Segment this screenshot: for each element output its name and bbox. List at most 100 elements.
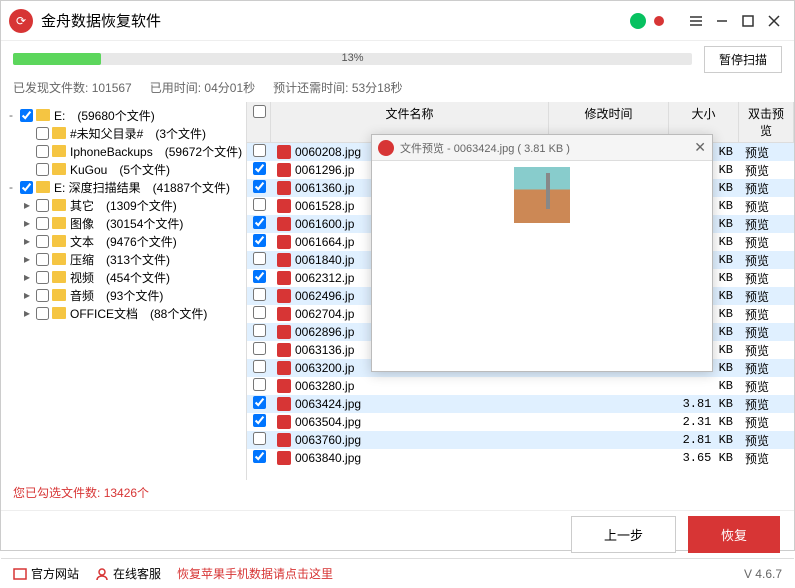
expand-icon[interactable]: - bbox=[5, 180, 17, 194]
file-icon bbox=[277, 379, 291, 393]
folder-icon bbox=[52, 271, 66, 283]
promo-link[interactable]: 恢复苹果手机数据请点击这里 bbox=[177, 565, 333, 582]
file-name: 0061840.jp bbox=[295, 253, 354, 267]
tree-checkbox[interactable] bbox=[36, 145, 49, 158]
file-checkbox[interactable] bbox=[253, 342, 266, 355]
minimize-button[interactable] bbox=[710, 9, 734, 33]
expand-icon[interactable]: ▸ bbox=[21, 234, 33, 248]
tree-checkbox[interactable] bbox=[36, 217, 49, 230]
expand-icon[interactable]: ▸ bbox=[21, 288, 33, 302]
file-checkbox[interactable] bbox=[253, 378, 266, 391]
tree-checkbox[interactable] bbox=[36, 253, 49, 266]
maximize-button[interactable] bbox=[736, 9, 760, 33]
folder-tree[interactable]: -E: (59680个文件)#未知父目录# (3个文件)IphoneBackup… bbox=[1, 102, 247, 480]
selected-count-row: 您已勾选文件数: 13426个 bbox=[1, 480, 794, 510]
expand-icon[interactable]: ▸ bbox=[21, 252, 33, 266]
file-name: 0063760.jpg bbox=[295, 433, 361, 447]
tree-item[interactable]: IphoneBackups (59672个文件) bbox=[1, 142, 246, 160]
wechat-icon[interactable] bbox=[630, 13, 646, 29]
tree-item[interactable]: ▸OFFICE文档 (88个文件) bbox=[1, 304, 246, 322]
file-checkbox[interactable] bbox=[253, 252, 266, 265]
file-row[interactable]: 0063424.jpg3.81 KB预览 bbox=[247, 395, 794, 413]
tree-checkbox[interactable] bbox=[36, 289, 49, 302]
tree-item[interactable]: #未知父目录# (3个文件) bbox=[1, 124, 246, 142]
file-checkbox[interactable] bbox=[253, 180, 266, 193]
file-row[interactable]: 0063760.jpg2.81 KB预览 bbox=[247, 431, 794, 449]
tree-item[interactable]: -E: (59680个文件) bbox=[1, 106, 246, 124]
tree-item[interactable]: -E: 深度扫描结果 (41887个文件) bbox=[1, 178, 246, 196]
file-checkbox[interactable] bbox=[253, 288, 266, 301]
file-checkbox[interactable] bbox=[253, 198, 266, 211]
online-support-link[interactable]: 在线客服 bbox=[95, 565, 161, 582]
preview-close-button[interactable]: ✕ bbox=[694, 139, 706, 156]
pause-scan-button[interactable]: 暂停扫描 bbox=[704, 46, 782, 73]
file-preview-link[interactable]: 预览 bbox=[739, 447, 794, 470]
recover-button[interactable]: 恢复 bbox=[688, 516, 780, 553]
menu-button[interactable] bbox=[684, 9, 708, 33]
folder-icon bbox=[52, 289, 66, 301]
tree-checkbox[interactable] bbox=[20, 181, 33, 194]
tree-checkbox[interactable] bbox=[36, 235, 49, 248]
file-name: 0062312.jp bbox=[295, 271, 354, 285]
tree-checkbox[interactable] bbox=[36, 271, 49, 284]
file-name: 0061664.jp bbox=[295, 235, 354, 249]
file-size: 3.81 KB bbox=[669, 394, 739, 414]
preview-title: 文件预览 - 0063424.jpg ( 3.81 KB ) bbox=[400, 140, 570, 156]
folder-icon bbox=[52, 145, 66, 157]
tree-checkbox[interactable] bbox=[36, 199, 49, 212]
footer: 官方网站 在线客服 恢复苹果手机数据请点击这里 V 4.6.7 bbox=[1, 558, 794, 588]
file-checkbox[interactable] bbox=[253, 270, 266, 283]
file-icon bbox=[277, 217, 291, 231]
file-name: 0063424.jpg bbox=[295, 397, 361, 411]
select-all-checkbox[interactable] bbox=[253, 105, 266, 118]
expand-icon[interactable]: ▸ bbox=[21, 306, 33, 320]
preview-logo-icon bbox=[378, 140, 394, 156]
tree-checkbox[interactable] bbox=[36, 163, 49, 176]
tree-checkbox[interactable] bbox=[36, 127, 49, 140]
expand-icon[interactable]: ▸ bbox=[21, 270, 33, 284]
file-checkbox[interactable] bbox=[253, 414, 266, 427]
tree-item[interactable]: ▸文本 (9476个文件) bbox=[1, 232, 246, 250]
file-icon bbox=[277, 145, 291, 159]
expand-icon[interactable]: ▸ bbox=[21, 198, 33, 212]
file-checkbox[interactable] bbox=[253, 432, 266, 445]
file-icon bbox=[277, 415, 291, 429]
file-icon bbox=[277, 235, 291, 249]
file-checkbox[interactable] bbox=[253, 360, 266, 373]
file-checkbox[interactable] bbox=[253, 144, 266, 157]
tree-item[interactable]: ▸视频 (454个文件) bbox=[1, 268, 246, 286]
file-name: 0060208.jpg bbox=[295, 145, 361, 159]
tree-checkbox[interactable] bbox=[20, 109, 33, 122]
expand-icon[interactable]: - bbox=[5, 108, 17, 122]
tree-checkbox[interactable] bbox=[36, 307, 49, 320]
file-checkbox[interactable] bbox=[253, 396, 266, 409]
file-row[interactable]: 0063504.jpg2.31 KB预览 bbox=[247, 413, 794, 431]
progress-percent: 13% bbox=[341, 52, 363, 64]
tree-item[interactable]: ▸图像 (30154个文件) bbox=[1, 214, 246, 232]
file-row[interactable]: 0063840.jpg3.65 KB预览 bbox=[247, 449, 794, 467]
file-name: 0063200.jp bbox=[295, 361, 354, 375]
file-icon bbox=[277, 361, 291, 375]
file-row[interactable]: 0063280.jpKB预览 bbox=[247, 377, 794, 395]
app-logo-icon: ⟳ bbox=[9, 9, 33, 33]
file-checkbox[interactable] bbox=[253, 234, 266, 247]
file-icon bbox=[277, 433, 291, 447]
expand-icon[interactable]: ▸ bbox=[21, 216, 33, 230]
progress-bar: 13% bbox=[13, 53, 692, 65]
prev-step-button[interactable]: 上一步 bbox=[571, 516, 676, 553]
tree-item[interactable]: ▸音频 (93个文件) bbox=[1, 286, 246, 304]
file-checkbox[interactable] bbox=[253, 450, 266, 463]
file-checkbox[interactable] bbox=[253, 324, 266, 337]
progress-row: 13% 暂停扫描 bbox=[1, 41, 794, 77]
notification-dot-icon[interactable] bbox=[654, 16, 664, 26]
header-preview[interactable]: 双击预览 bbox=[739, 102, 794, 142]
file-checkbox[interactable] bbox=[253, 216, 266, 229]
tree-item[interactable]: ▸压缩 (313个文件) bbox=[1, 250, 246, 268]
official-site-link[interactable]: 官方网站 bbox=[13, 565, 79, 582]
tree-item[interactable]: KuGou (5个文件) bbox=[1, 160, 246, 178]
tree-item[interactable]: ▸其它 (1309个文件) bbox=[1, 196, 246, 214]
close-button[interactable] bbox=[762, 9, 786, 33]
file-checkbox[interactable] bbox=[253, 306, 266, 319]
preview-thumbnail bbox=[514, 167, 570, 223]
file-checkbox[interactable] bbox=[253, 162, 266, 175]
